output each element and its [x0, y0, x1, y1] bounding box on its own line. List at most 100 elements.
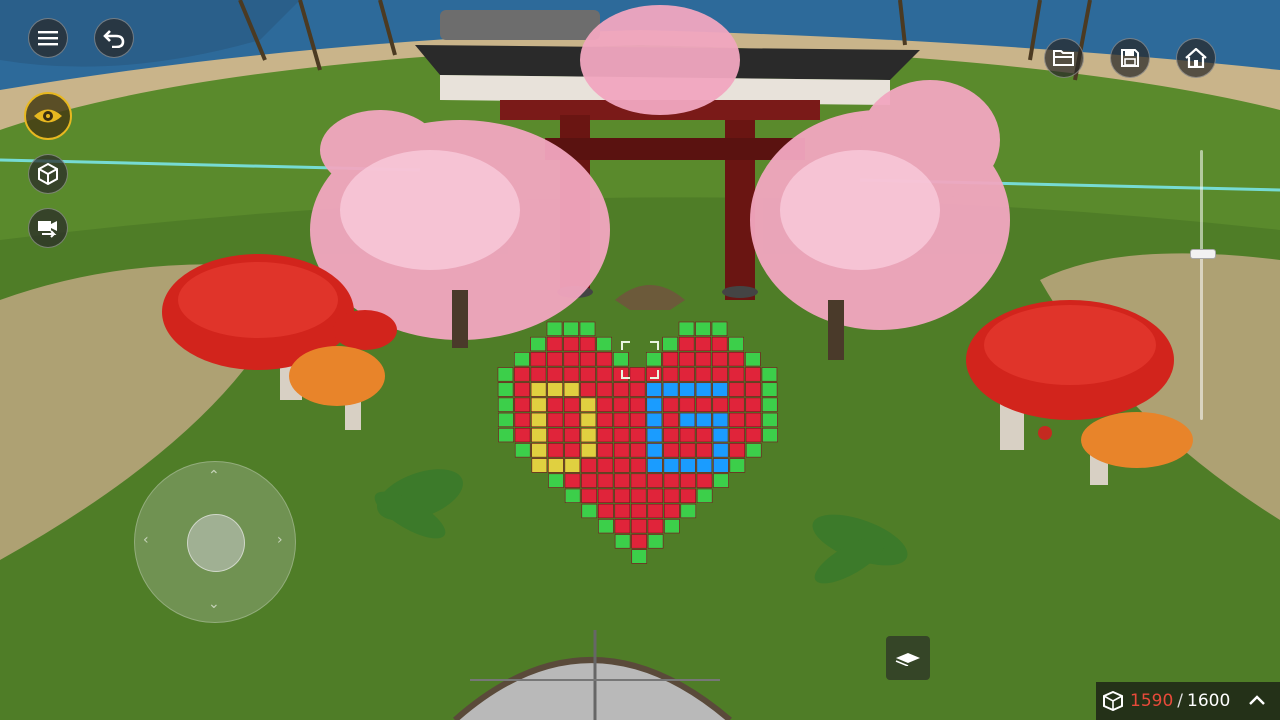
heart-block [762, 412, 778, 428]
heart-block [530, 336, 546, 352]
heart-block [664, 519, 680, 534]
chevron-up-icon [1249, 695, 1265, 705]
game-viewport[interactable]: ⌃ ⌄ ‹ › 1590 / 1600 [0, 0, 1280, 720]
blocks-button[interactable] [28, 154, 68, 194]
heart-block [514, 412, 531, 428]
heart-block [630, 473, 647, 488]
heart-block [614, 534, 631, 549]
heart-block [548, 473, 564, 488]
heart-block [711, 336, 728, 352]
heart-block [596, 352, 613, 367]
heart-block [531, 412, 547, 428]
heart-block [546, 352, 563, 367]
heart-block [596, 367, 613, 382]
heart-block [513, 352, 530, 367]
heart-block [646, 427, 663, 443]
expand-button[interactable] [1248, 691, 1266, 711]
heart-block [630, 458, 647, 473]
heart-block [663, 503, 680, 519]
heart-block [646, 397, 663, 412]
zoom-slider-handle[interactable] [1190, 248, 1216, 259]
eye-icon [34, 109, 62, 123]
heart-block [547, 412, 564, 428]
open-button[interactable] [1044, 38, 1084, 78]
heart-block [631, 534, 647, 549]
heart-block [680, 488, 696, 503]
heart-block [547, 397, 564, 412]
heart-block [629, 382, 646, 397]
heart-block [531, 427, 547, 443]
heart-block [597, 443, 614, 458]
layer-button[interactable] [886, 636, 930, 680]
heart-block [729, 443, 746, 458]
block-count-current: 1590 [1130, 691, 1174, 711]
heart-block [663, 473, 680, 488]
heart-block [614, 488, 630, 503]
heart-block [663, 412, 679, 428]
heart-block [614, 473, 630, 488]
blocks-count-icon [1103, 691, 1123, 711]
heart-block [695, 367, 712, 382]
heart-block [581, 488, 597, 503]
heart-block [563, 382, 580, 397]
heart-block [728, 336, 744, 352]
heart-block [712, 382, 728, 397]
heart-block [612, 352, 629, 367]
heart-block [647, 503, 664, 519]
heart-block [579, 352, 596, 367]
heart-block [547, 427, 564, 443]
heart-block [729, 427, 745, 443]
heart-block [497, 382, 514, 397]
heart-block [662, 336, 678, 352]
heart-block [514, 427, 531, 443]
heart-block [713, 458, 729, 473]
heart-block [564, 473, 581, 488]
home-button[interactable] [1176, 38, 1216, 78]
heart-block [695, 382, 712, 397]
joystick-down-icon: ⌄ [208, 596, 220, 612]
joystick-knob[interactable] [187, 514, 245, 572]
heart-block [579, 336, 596, 352]
heart-block [547, 443, 564, 458]
heart-block [680, 458, 696, 473]
heart-block [514, 367, 530, 382]
heart-block [728, 367, 745, 382]
menu-button[interactable] [28, 18, 68, 58]
block-count-separator: / [1177, 691, 1183, 711]
view-mode-button[interactable] [24, 92, 72, 140]
heart-block [695, 352, 712, 367]
heart-block [678, 352, 695, 367]
heart-block [729, 458, 746, 473]
save-button[interactable] [1110, 38, 1150, 78]
heart-block [679, 382, 695, 397]
heart-block [596, 397, 613, 412]
heart-block [497, 397, 514, 412]
heart-block [695, 336, 711, 352]
heart-block [646, 443, 663, 458]
heart-block [728, 382, 745, 397]
heart-block [745, 443, 762, 458]
heart-block [580, 367, 596, 382]
heart-block [712, 443, 729, 458]
heart-block [663, 458, 680, 473]
heart-block [631, 549, 648, 564]
heart-block [613, 427, 630, 443]
heart-block [581, 473, 597, 488]
heart-block [695, 321, 711, 336]
heart-block [663, 427, 679, 443]
heart-block [745, 397, 762, 412]
camera-swap-button[interactable] [28, 208, 68, 248]
heart-block [647, 458, 663, 473]
heart-block [696, 473, 713, 488]
heart-block [679, 427, 696, 443]
heart-block [696, 458, 713, 473]
heart-block [629, 397, 646, 412]
block-counter: 1590 / 1600 [1096, 682, 1280, 720]
movement-joystick[interactable]: ⌃ ⌄ ‹ › [134, 461, 296, 623]
undo-button[interactable] [94, 18, 134, 58]
heart-block [679, 443, 696, 458]
heart-block [597, 427, 613, 443]
heart-block [745, 382, 761, 397]
zoom-slider-track[interactable] [1200, 150, 1203, 420]
heart-block [546, 321, 563, 336]
